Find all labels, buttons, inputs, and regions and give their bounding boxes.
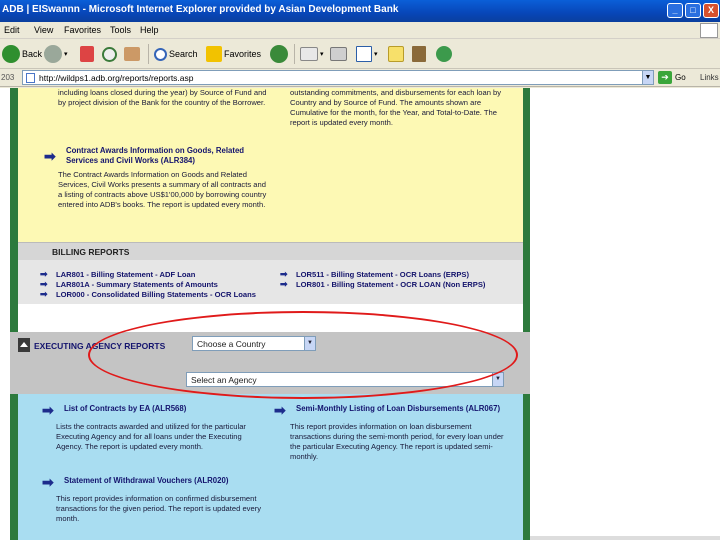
menu-bar: Edit View Favorites Tools Help (0, 22, 720, 39)
menu-tools[interactable]: Tools (110, 25, 131, 35)
semi-monthly-link[interactable]: Semi-Monthly Listing of Loan Disbursemen… (296, 404, 521, 414)
top-right-paragraph: outstanding commitments, and disbursemen… (290, 88, 502, 127)
toolbar-separator (294, 44, 295, 64)
withdrawal-vouchers-desc: This report provides information on conf… (56, 494, 262, 523)
billing-link-lar801a[interactable]: LAR801A - Summary Statements of Amounts (56, 280, 218, 289)
favorites-button[interactable]: Favorites (206, 44, 261, 64)
history-icon (270, 45, 288, 63)
contracts-by-ea-link[interactable]: List of Contracts by EA (ALR568) (64, 404, 264, 414)
refresh-button[interactable] (102, 44, 117, 64)
search-icon (154, 47, 167, 61)
address-url: http://wildps1.adb.org/reports/reports.a… (39, 73, 194, 83)
address-bar: 203 http://wildps1.adb.org/reports/repor… (0, 69, 720, 87)
go-arrow-icon: ➔ (658, 71, 672, 84)
edit-button[interactable]: ▾ (356, 44, 378, 64)
right-arrow-icon: ➡ (42, 402, 54, 418)
billing-link-lor511[interactable]: LOR511 - Billing Statement - OCR Loans (… (296, 270, 469, 279)
forward-arrow-icon (44, 45, 62, 63)
withdrawal-vouchers-link[interactable]: Statement of Withdrawal Vouchers (ALR020… (64, 476, 264, 486)
minimize-button[interactable]: _ (667, 3, 683, 18)
top-left-paragraph: including loans closed during the year) … (58, 88, 267, 107)
chevron-down-icon: ▾ (64, 51, 68, 58)
right-arrow-icon: ➡ (274, 402, 286, 418)
refresh-icon (102, 46, 117, 62)
page-margin (530, 88, 720, 540)
print-button[interactable] (330, 44, 347, 64)
menu-view[interactable]: View (34, 25, 53, 35)
billing-link-lor000[interactable]: LOR000 - Consolidated Billing Statements… (56, 290, 256, 299)
history-button[interactable] (270, 44, 288, 64)
contracts-by-ea-desc: Lists the contracts awarded and utilized… (56, 422, 246, 451)
right-arrow-icon: ➡ (44, 148, 56, 164)
right-arrow-icon: ➡ (40, 289, 48, 299)
close-button[interactable]: X (703, 3, 719, 18)
mail-icon (300, 47, 318, 61)
books-icon (412, 46, 426, 62)
billing-reports-list: ➡ LAR801 - Billing Statement - ADF Loan … (18, 260, 523, 304)
toolbar: Back ▾ ▾ Search Favorites ▾ ▾ (0, 39, 720, 69)
billing-reports-header: BILLING REPORTS (18, 242, 523, 260)
window-title: ADB | EISwannn - Microsoft Internet Expl… (2, 4, 399, 15)
page-viewport: including loans closed during the year) … (0, 88, 720, 540)
word-icon (356, 46, 372, 62)
home-button[interactable] (124, 44, 140, 64)
note-icon (388, 46, 404, 62)
red-annotation-ellipse (88, 311, 518, 399)
forward-button[interactable]: ▾ (44, 44, 68, 64)
yellow-panel: including loans closed during the year) … (18, 88, 523, 242)
star-icon (206, 46, 222, 62)
home-icon (124, 47, 140, 61)
title-bar: ADB | EISwannn - Microsoft Internet Expl… (0, 0, 720, 22)
billing-reports-title: BILLING REPORTS (52, 247, 130, 257)
billing-link-lar801[interactable]: LAR801 - Billing Statement - ADF Loan (56, 270, 195, 279)
address-input[interactable]: http://wildps1.adb.org/reports/reports.a… (22, 70, 654, 85)
maximize-button[interactable]: □ (685, 3, 701, 18)
print-icon (330, 47, 347, 61)
page-icon (26, 73, 35, 83)
stop-button[interactable] (80, 44, 94, 64)
menu-favorites[interactable]: Favorites (64, 25, 101, 35)
address-dropdown-button[interactable]: ▼ (642, 70, 654, 85)
chevron-down-icon: ▾ (374, 51, 378, 58)
billing-link-lor801[interactable]: LOR801 - Billing Statement - OCR LOAN (N… (296, 280, 485, 289)
collapse-toggle-icon[interactable] (18, 338, 30, 352)
menu-edit[interactable]: Edit (4, 25, 20, 35)
messenger-icon (436, 46, 452, 62)
links-label[interactable]: Links (700, 73, 719, 82)
messenger-button[interactable] (436, 44, 452, 64)
contract-awards-desc: The Contract Awards Information on Goods… (58, 170, 267, 209)
mail-button[interactable]: ▾ (300, 44, 324, 64)
semi-monthly-desc: This report provides information on loan… (290, 422, 504, 461)
status-strip (530, 536, 720, 540)
back-arrow-icon (2, 45, 20, 63)
discuss-button[interactable] (388, 44, 404, 64)
windows-logo-icon (700, 23, 718, 38)
blue-panel: ➡ List of Contracts by EA (ALR568) Lists… (18, 394, 523, 540)
chevron-down-icon: ▾ (320, 51, 324, 58)
right-arrow-icon: ➡ (280, 279, 288, 289)
go-button[interactable]: ➔ Go (658, 71, 686, 84)
stop-icon (80, 46, 94, 62)
research-button[interactable] (412, 44, 426, 64)
back-button[interactable]: Back ▾ (2, 44, 48, 64)
search-button[interactable]: Search (154, 44, 198, 64)
right-arrow-icon: ➡ (42, 474, 54, 490)
contract-awards-link[interactable]: Contract Awards Information on Goods, Re… (66, 146, 276, 166)
toolbar-separator (148, 44, 149, 64)
address-label: 203 (1, 73, 15, 82)
menu-help[interactable]: Help (140, 25, 159, 35)
